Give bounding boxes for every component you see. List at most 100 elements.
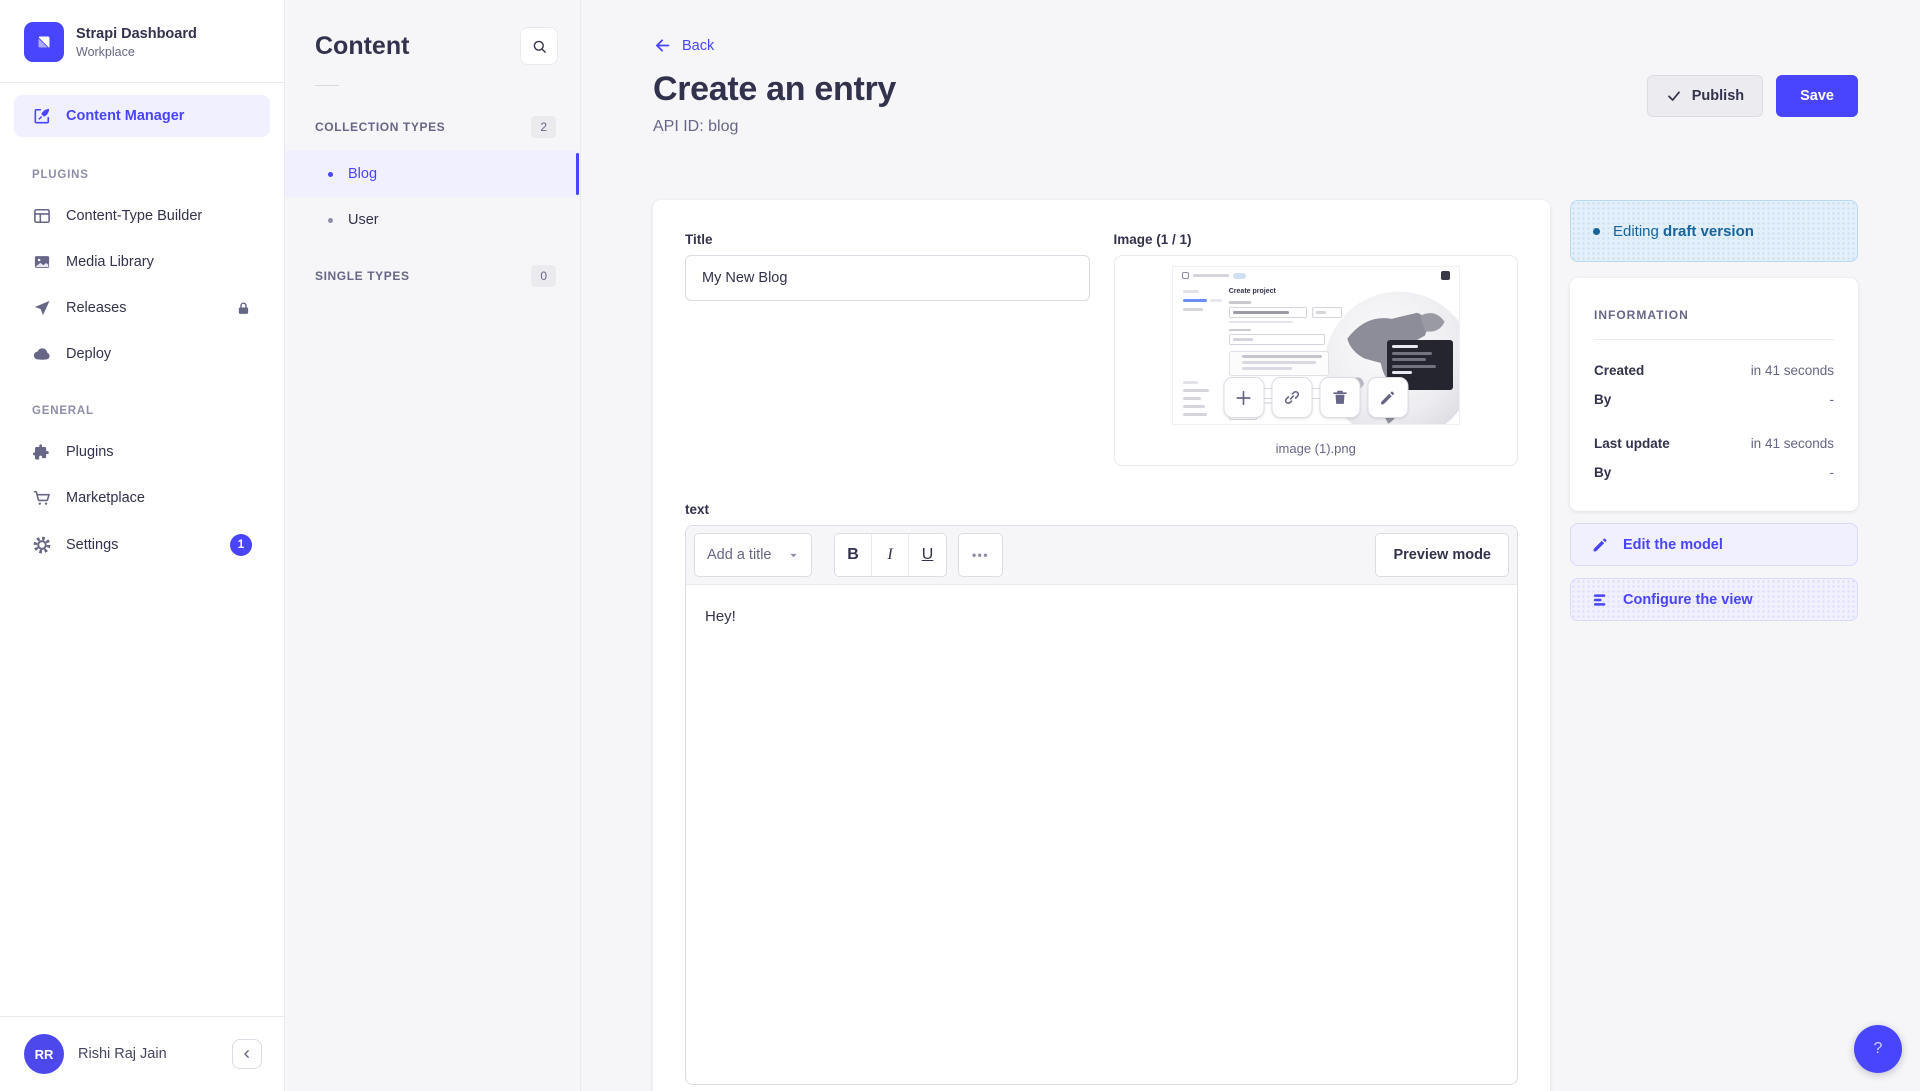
subnav-item-label: Blog xyxy=(348,166,377,182)
layout-list-icon xyxy=(1591,591,1609,609)
image-field-label: Image (1 / 1) xyxy=(1114,232,1519,247)
page-title: Create an entry xyxy=(653,70,896,109)
settings-notification-badge: 1 xyxy=(230,534,252,556)
more-formats-button[interactable]: ••• xyxy=(958,533,1003,577)
copy-link-button[interactable] xyxy=(1271,377,1312,418)
shopping-cart-icon xyxy=(32,488,52,508)
main-content: Back Create an entry API ID: blog Publis… xyxy=(581,0,1920,1091)
save-button[interactable]: Save xyxy=(1776,75,1858,117)
information-title: INFORMATION xyxy=(1594,308,1834,322)
collection-types-count-badge: 2 xyxy=(531,116,556,138)
info-row-updated-by: By - xyxy=(1594,458,1834,487)
search-icon xyxy=(531,38,548,55)
workspace-title: Strapi Dashboard xyxy=(76,26,197,42)
pencil-icon xyxy=(1591,536,1609,554)
italic-button[interactable]: I xyxy=(872,534,909,576)
edit-model-button[interactable]: Edit the model xyxy=(1570,523,1858,566)
sidebar-item-label: Media Library xyxy=(66,254,154,270)
chevron-left-icon xyxy=(240,1047,254,1061)
cloud-icon xyxy=(32,344,52,364)
user-menu[interactable]: RR Rishi Raj Jain xyxy=(0,1016,284,1091)
search-button[interactable] xyxy=(520,27,558,65)
chevron-down-icon xyxy=(788,550,799,561)
pencil-icon xyxy=(1379,389,1397,407)
subnav-item-user[interactable]: User xyxy=(285,197,580,243)
image-asset-card: Create project xyxy=(1114,255,1519,466)
title-field-label: Title xyxy=(685,232,1090,247)
rich-text-editor: Add a title B I U ••• Preview mode xyxy=(685,525,1518,1085)
editor-content[interactable]: Hey! xyxy=(686,585,1517,1085)
back-link[interactable]: Back xyxy=(653,36,714,55)
publish-button[interactable]: Publish xyxy=(1647,75,1763,117)
sidebar-item-plugins[interactable]: Plugins xyxy=(14,432,270,472)
divider xyxy=(0,82,284,83)
question-mark-icon: ? xyxy=(1874,1040,1883,1058)
text-field-label: text xyxy=(685,502,1518,517)
title-field: Title xyxy=(685,232,1090,466)
preview-mode-button[interactable]: Preview mode xyxy=(1375,533,1509,577)
sidebar-item-media-library[interactable]: Media Library xyxy=(14,242,270,282)
draft-status-banner: Editing draft version xyxy=(1570,200,1858,262)
edit-asset-button[interactable] xyxy=(1367,377,1408,418)
sidebar-item-deploy[interactable]: Deploy xyxy=(14,334,270,374)
sidebar-item-label: Settings xyxy=(66,537,118,553)
single-types-count-badge: 0 xyxy=(531,265,556,287)
sidebar-item-marketplace[interactable]: Marketplace xyxy=(14,478,270,518)
workspace-switcher[interactable]: Strapi Dashboard Workplace xyxy=(0,0,284,82)
active-indicator xyxy=(576,153,579,195)
sidebar-section-plugins: PLUGINS xyxy=(0,141,284,193)
trash-icon xyxy=(1330,388,1349,407)
sidebar-item-label: Marketplace xyxy=(66,490,145,506)
back-label: Back xyxy=(682,38,714,54)
sidebar-item-label: Releases xyxy=(66,300,126,316)
thumbnail-mock-heading: Create project xyxy=(1229,288,1347,295)
entry-form-card: Title Image (1 / 1) xyxy=(653,200,1550,1091)
status-prefix: Editing xyxy=(1613,223,1659,240)
sidebar-spacer xyxy=(0,569,284,1016)
bullet-icon xyxy=(328,218,333,223)
heading-select[interactable]: Add a title xyxy=(694,533,812,577)
heading-select-value: Add a title xyxy=(707,547,772,563)
bullet-icon xyxy=(328,172,333,177)
publish-label: Publish xyxy=(1692,88,1744,104)
api-id-subtitle: API ID: blog xyxy=(653,118,896,136)
sidebar-item-settings[interactable]: Settings 1 xyxy=(14,524,270,566)
feather-pen-icon xyxy=(32,106,52,126)
avatar: RR xyxy=(24,1034,64,1074)
layout-grid-icon xyxy=(32,206,52,226)
collapse-sidebar-button[interactable] xyxy=(232,1039,262,1069)
single-types-label: SINGLE TYPES xyxy=(315,269,410,283)
sidebar-item-content-type-builder[interactable]: Content-Type Builder xyxy=(14,196,270,236)
configure-view-button[interactable]: Configure the view xyxy=(1570,578,1858,621)
underline-button[interactable]: U xyxy=(909,534,946,576)
text-field: text Add a title B I U xyxy=(685,502,1518,1085)
status-emphasis: draft version xyxy=(1663,223,1754,240)
sidebar-item-label: Plugins xyxy=(66,444,114,460)
sidebar-item-content-manager[interactable]: Content Manager xyxy=(14,95,270,137)
divider xyxy=(315,85,339,86)
info-row-last-update: Last update in 41 seconds xyxy=(1594,429,1834,458)
link-icon xyxy=(1282,388,1301,407)
entry-aside: Editing draft version INFORMATION Create… xyxy=(1570,200,1858,621)
divider xyxy=(1594,339,1834,340)
paper-plane-icon xyxy=(32,298,52,318)
title-input[interactable] xyxy=(685,255,1090,301)
main-sidebar: Strapi Dashboard Workplace Content Manag… xyxy=(0,0,285,1091)
sidebar-item-releases[interactable]: Releases xyxy=(14,288,270,328)
subnav-item-blog[interactable]: Blog xyxy=(285,151,580,197)
sidebar-item-label: Content Manager xyxy=(66,108,184,124)
info-row-created-by: By - xyxy=(1594,385,1834,414)
sidebar-item-label: Deploy xyxy=(66,346,111,362)
collection-types-label: COLLECTION TYPES xyxy=(315,120,445,134)
image-filename: image (1).png xyxy=(1115,441,1518,456)
lock-icon xyxy=(235,300,252,317)
information-card: INFORMATION Created in 41 seconds By - L… xyxy=(1570,278,1858,511)
subnav-title: Content xyxy=(315,32,409,61)
sidebar-item-label: Content-Type Builder xyxy=(66,208,202,224)
add-asset-button[interactable] xyxy=(1223,377,1264,418)
editor-toolbar: Add a title B I U ••• Preview mode xyxy=(686,526,1517,585)
help-button[interactable]: ? xyxy=(1854,1025,1902,1073)
bold-button[interactable]: B xyxy=(835,534,872,576)
info-row-created: Created in 41 seconds xyxy=(1594,356,1834,385)
delete-asset-button[interactable] xyxy=(1319,377,1360,418)
